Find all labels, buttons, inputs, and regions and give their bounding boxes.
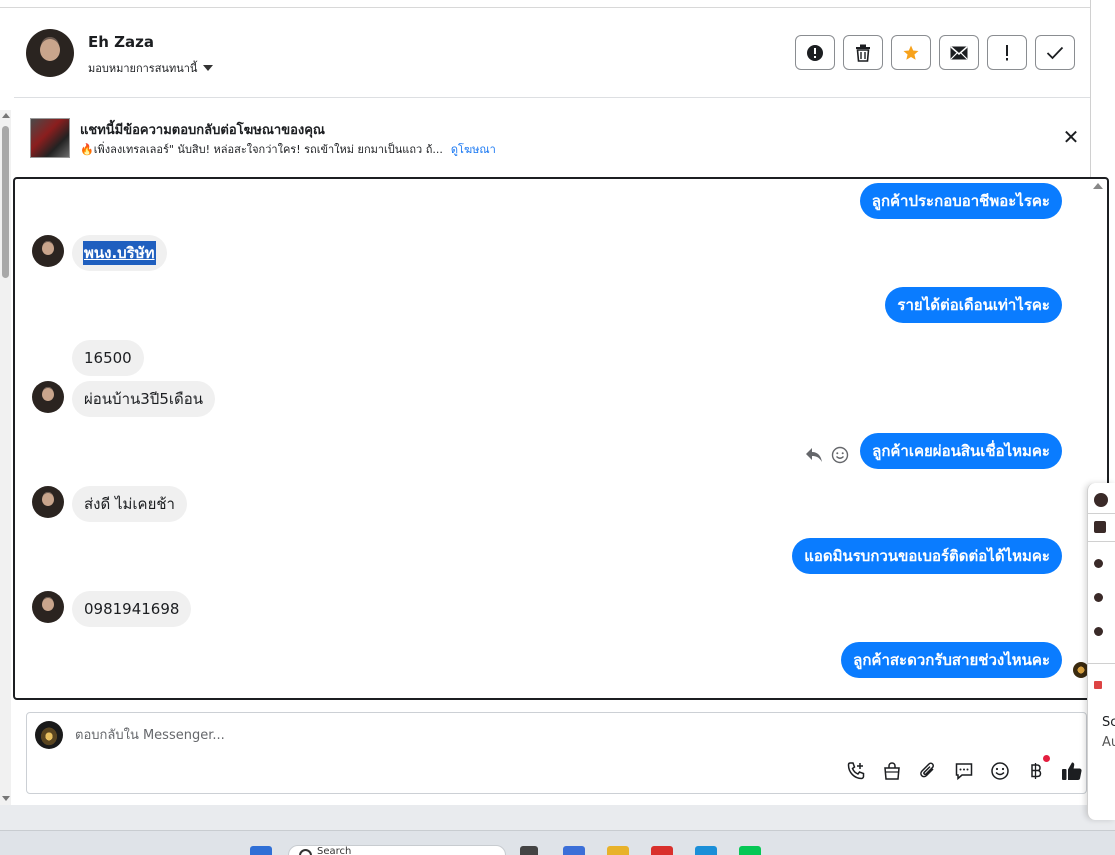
close-icon[interactable]: ✕ xyxy=(1061,127,1081,147)
report-button[interactable] xyxy=(795,35,835,70)
edge-icon[interactable] xyxy=(695,846,717,855)
message-bubble-outgoing[interactable]: ลูกค้าเคยผ่อนสินเชื่อไหมคะ xyxy=(860,433,1062,469)
panel-avatar xyxy=(1094,593,1103,602)
contact-avatar[interactable] xyxy=(26,29,74,77)
emoji-icon[interactable] xyxy=(988,759,1012,783)
scroll-up-arrow-icon[interactable] xyxy=(1093,183,1103,189)
panel-avatar xyxy=(1094,627,1103,636)
conversation-header: Eh Zaza มอบหมายการสนทนานี้ xyxy=(14,9,1090,98)
ad-thumbnail[interactable] xyxy=(30,118,70,158)
contact-name[interactable]: Eh Zaza xyxy=(88,33,154,51)
taskbar-search-text: Search xyxy=(317,846,352,855)
copilot-icon[interactable] xyxy=(563,846,585,855)
assign-label: มอบหมายการสนทนานี้ xyxy=(88,62,198,75)
message-bubble-incoming[interactable]: 0981941698 xyxy=(72,591,192,627)
star-icon xyxy=(903,45,919,60)
panel-avatar xyxy=(1094,559,1103,568)
message-bubble-incoming[interactable]: ผ่อนบ้าน3ปี5เดือน xyxy=(72,381,215,417)
os-taskbar: Search xyxy=(0,830,1115,855)
contact-avatar-small[interactable] xyxy=(32,235,64,267)
chevron-down-icon xyxy=(203,65,214,71)
alert-circle-icon xyxy=(807,44,823,61)
panel-thumbnail xyxy=(1094,521,1106,533)
file-explorer-icon[interactable] xyxy=(607,846,629,855)
scrollbar-thumb[interactable] xyxy=(2,126,9,278)
panel-divider xyxy=(1088,541,1115,542)
message-bubble-outgoing[interactable]: รายได้ต่อเดือนเท่าไรคะ xyxy=(885,287,1062,323)
trash-icon xyxy=(856,44,870,62)
scroll-up-arrow-icon[interactable] xyxy=(2,113,10,118)
assign-conversation-dropdown[interactable]: มอบหมายการสนทนานี้ xyxy=(88,59,214,77)
contact-avatar-small[interactable] xyxy=(32,381,64,413)
message-bubble-outgoing[interactable]: แอดมินรบกวนขอเบอร์ติดต่อได้ไหมคะ xyxy=(792,538,1062,574)
header-actions xyxy=(795,35,1075,70)
panel-avatar xyxy=(1094,493,1108,507)
panel-divider xyxy=(1088,513,1115,514)
reply-input[interactable] xyxy=(75,723,775,747)
chrome-icon[interactable] xyxy=(651,846,673,855)
exclamation-icon xyxy=(1006,44,1008,60)
notification-dot xyxy=(1043,755,1050,762)
reply-composer xyxy=(26,712,1087,794)
windows-start-icon[interactable] xyxy=(250,846,272,855)
message-bubble-incoming[interactable]: 16500 xyxy=(72,340,144,376)
ad-reply-banner: แชทนี้มีข้อความตอบกลับต่อโฆษณาของคุณ 🔥เพ… xyxy=(14,99,1090,175)
mail-icon xyxy=(950,45,968,59)
mark-done-button[interactable] xyxy=(1035,35,1075,70)
top-border xyxy=(0,0,1091,8)
panel-text: Sc xyxy=(1102,715,1115,730)
payment-baht-icon[interactable] xyxy=(1024,755,1050,783)
contact-avatar-small[interactable] xyxy=(32,591,64,623)
page-scrollbar[interactable] xyxy=(0,110,11,805)
delete-button[interactable] xyxy=(843,35,883,70)
panel-app-icon xyxy=(1094,681,1102,689)
window-bottom-strip xyxy=(0,805,1115,830)
message-hover-tools xyxy=(805,446,849,464)
panel-text: Au xyxy=(1102,735,1115,750)
line-app-icon[interactable] xyxy=(739,846,761,855)
mark-unread-button[interactable] xyxy=(939,35,979,70)
scroll-down-arrow-icon[interactable] xyxy=(2,796,10,801)
floating-chat-panel[interactable]: Sc Au xyxy=(1087,483,1115,820)
message-bubble-outgoing[interactable]: ลูกค้าสะดวกรับสายช่วงไหนคะ xyxy=(841,642,1062,678)
selected-text: พนง.บริษัท xyxy=(83,241,156,265)
page-avatar xyxy=(35,721,63,749)
contact-avatar-small[interactable] xyxy=(32,486,64,518)
message-bubble-outgoing[interactable]: ลูกค้าประกอบอาชีพอะไรคะ xyxy=(859,183,1062,219)
panel-divider xyxy=(1088,663,1115,664)
message-bubble-incoming[interactable]: ส่งดี ไม่เคยช้า xyxy=(72,486,187,522)
saved-replies-icon[interactable] xyxy=(952,759,976,783)
reply-icon[interactable] xyxy=(805,447,823,463)
star-button[interactable] xyxy=(891,35,931,70)
check-icon xyxy=(1046,46,1064,59)
ad-caption: 🔥เพิ่งลงเทรลเลอร์" นับสิบ! หล่อสะใจกว่าใ… xyxy=(80,143,443,156)
task-view-icon[interactable] xyxy=(520,846,538,855)
react-emoji-icon[interactable] xyxy=(831,446,849,464)
ad-banner-subtitle: 🔥เพิ่งลงเทรลเลอร์" นับสิบ! หล่อสะใจกว่าใ… xyxy=(80,140,496,158)
taskbar-search-box[interactable]: Search xyxy=(288,845,506,855)
call-icon[interactable] xyxy=(844,759,868,783)
thumbs-up-icon[interactable] xyxy=(1060,759,1084,783)
message-bubble-incoming[interactable]: พนง.บริษัท xyxy=(72,235,167,271)
attach-icon[interactable] xyxy=(916,759,940,783)
message-thread[interactable]: ลูกค้าประกอบอาชีพอะไรคะ พนง.บริษัท รายได… xyxy=(13,177,1109,700)
composer-toolbar xyxy=(844,755,1084,783)
shopping-bag-icon[interactable] xyxy=(880,759,904,783)
ad-banner-title: แชทนี้มีข้อความตอบกลับต่อโฆษณาของคุณ xyxy=(80,123,325,138)
view-ad-link[interactable]: ดูโฆษณา xyxy=(451,143,496,156)
spam-button[interactable] xyxy=(987,35,1027,70)
